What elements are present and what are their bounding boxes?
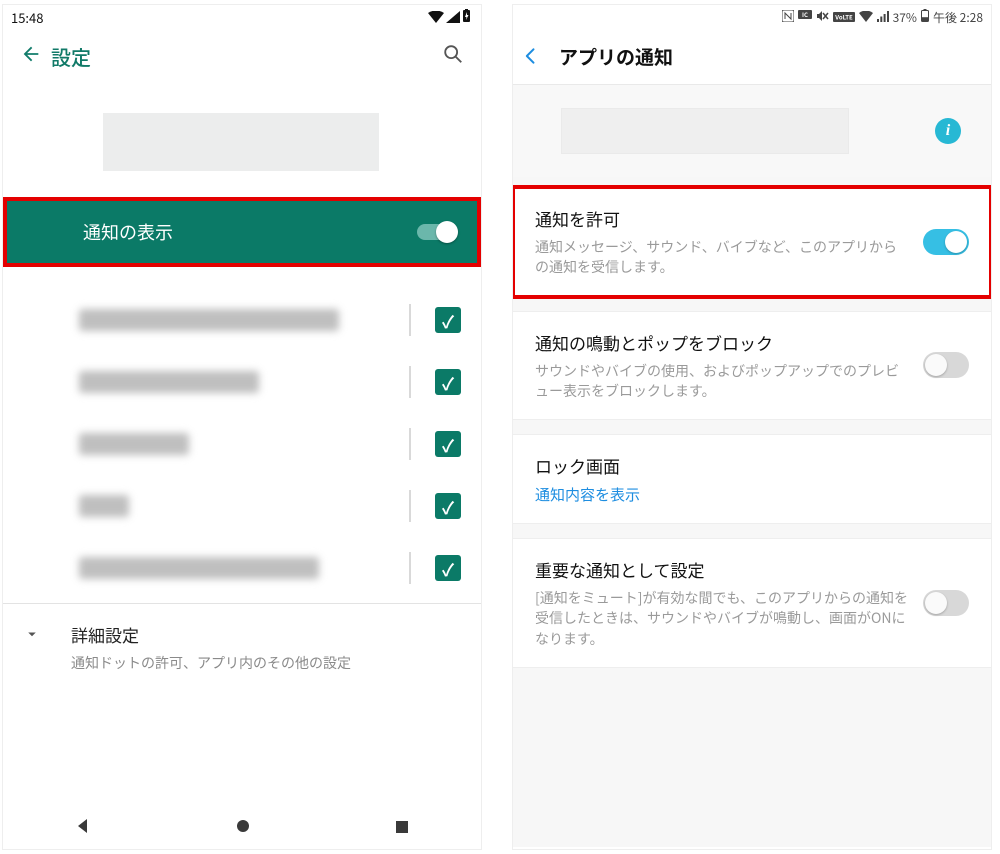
allow-notifications-row[interactable]: 通知を許可 通知メッセージ、サウンド、バイブなど、このアプリからの通知を受信しま… — [513, 187, 991, 297]
channel-checkbox[interactable]: ✓ — [435, 369, 461, 395]
show-notifications-row[interactable]: 通知の表示 — [7, 201, 477, 263]
left-phone: 15:48 設定 通知の表示 ✓ ✓ — [2, 4, 482, 850]
battery-icon — [921, 9, 929, 26]
app-header: i — [513, 85, 991, 177]
status-time: 15:48 — [11, 8, 43, 27]
battery-percent: 37% — [893, 9, 917, 26]
allow-subtitle: 通知メッセージ、サウンド、バイブなど、このアプリからの通知を受信します。 — [535, 237, 909, 278]
app-header-placeholder — [561, 108, 849, 154]
nav-bar — [3, 805, 481, 849]
page-title: アプリの通知 — [559, 43, 673, 70]
advanced-row[interactable]: 詳細設定 通知ドットの許可、アプリ内のその他の設定 — [3, 604, 481, 673]
channel-row[interactable]: ✓ — [3, 289, 481, 351]
channel-checkbox[interactable]: ✓ — [435, 555, 461, 581]
block-popup-row[interactable]: 通知の鳴動とポップをブロック サウンドやバイブの使用、およびポップアップでのプレ… — [513, 311, 991, 421]
channel-row[interactable]: ✓ — [3, 475, 481, 537]
channel-checkbox[interactable]: ✓ — [435, 307, 461, 333]
svg-text:IC: IC — [802, 10, 808, 19]
page-title: 設定 — [51, 42, 433, 71]
signal-icon — [446, 8, 460, 27]
ic-icon: IC — [798, 9, 812, 26]
app-header-placeholder — [103, 113, 379, 171]
app-bar: 設定 — [3, 29, 481, 83]
channel-row[interactable]: ✓ — [3, 537, 481, 599]
status-bar: 15:48 — [3, 5, 481, 29]
chevron-down-icon — [23, 622, 71, 673]
right-phone: IC VoLTE 37% 午後 2:28 アプリの通知 i 通知を許可 通知メッ… — [512, 4, 992, 850]
back-button[interactable] — [521, 41, 559, 73]
lockscreen-title: ロック画面 — [535, 453, 955, 478]
advanced-subtitle: 通知ドットの許可、アプリ内のその他の設定 — [71, 653, 351, 673]
signal-icon — [877, 9, 889, 26]
app-bar: アプリの通知 — [513, 29, 991, 85]
channel-list: ✓ ✓ ✓ ✓ ✓ — [3, 267, 481, 599]
svg-text:VoLTE: VoLTE — [834, 12, 853, 21]
important-toggle[interactable] — [923, 590, 969, 616]
important-subtitle: [通知をミュート]が有効な間でも、このアプリからの通知を受信したときは、サウンド… — [535, 588, 909, 649]
nav-back-icon[interactable] — [75, 815, 91, 839]
lockscreen-row[interactable]: ロック画面 通知内容を表示 — [513, 434, 991, 524]
status-indicators — [428, 8, 471, 27]
status-bar: IC VoLTE 37% 午後 2:28 — [513, 5, 991, 29]
search-button[interactable] — [433, 42, 473, 71]
channel-checkbox[interactable]: ✓ — [435, 493, 461, 519]
important-title: 重要な通知として設定 — [535, 557, 909, 582]
block-popup-title: 通知の鳴動とポップをブロック — [535, 330, 909, 355]
block-popup-toggle[interactable] — [923, 352, 969, 378]
info-button[interactable]: i — [935, 118, 961, 144]
nav-home-icon[interactable] — [235, 815, 251, 839]
back-button[interactable] — [11, 40, 51, 72]
allow-toggle[interactable] — [923, 229, 969, 255]
mute-icon — [816, 9, 829, 26]
channel-row[interactable]: ✓ — [3, 413, 481, 475]
allow-title: 通知を許可 — [535, 206, 909, 231]
show-notifications-label: 通知の表示 — [83, 219, 173, 245]
wifi-icon — [428, 8, 444, 27]
channel-checkbox[interactable]: ✓ — [435, 431, 461, 457]
nav-recent-icon[interactable] — [395, 815, 409, 839]
block-popup-subtitle: サウンドやバイブの使用、およびポップアップでのプレビュー表示をブロックします。 — [535, 361, 909, 402]
wifi-icon — [859, 9, 873, 26]
important-row[interactable]: 重要な通知として設定 [通知をミュート]が有効な間でも、このアプリからの通知を受… — [513, 538, 991, 668]
battery-icon — [462, 8, 471, 27]
show-notifications-toggle[interactable] — [417, 224, 455, 240]
lockscreen-value: 通知内容を表示 — [535, 484, 955, 505]
advanced-title: 詳細設定 — [71, 622, 351, 647]
status-time: 午後 2:28 — [933, 9, 983, 26]
content: 通知を許可 通知メッセージ、サウンド、バイブなど、このアプリからの通知を受信しま… — [513, 177, 991, 847]
volte-icon: VoLTE — [833, 9, 855, 26]
nfc-icon — [782, 9, 794, 26]
highlight-box: 通知の表示 — [3, 197, 481, 267]
channel-row[interactable]: ✓ — [3, 351, 481, 413]
